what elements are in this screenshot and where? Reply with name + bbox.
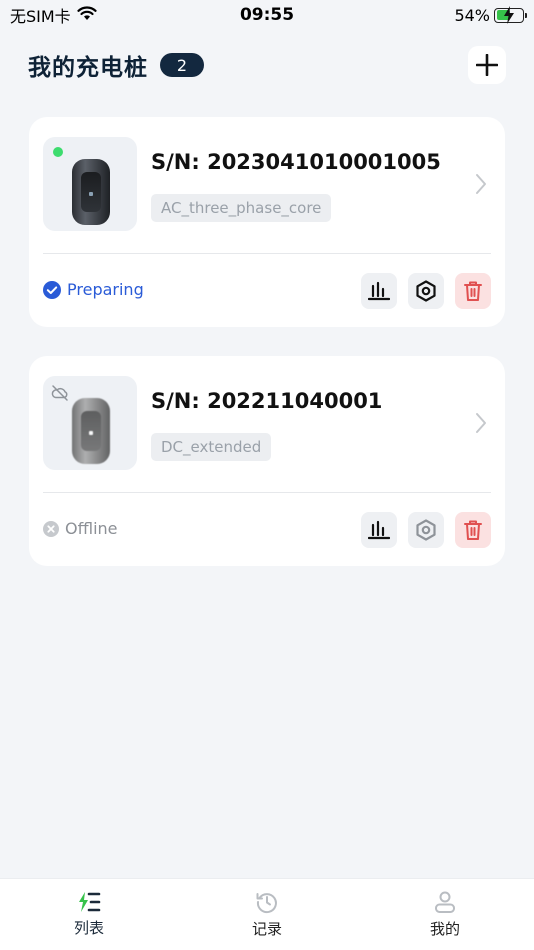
wifi-icon (77, 5, 97, 25)
card-actions (361, 512, 491, 548)
status-bar-left: 无SIM卡 (10, 3, 97, 27)
hexagon-settings-icon (416, 519, 436, 541)
x-circle-icon (43, 520, 59, 537)
user-icon (435, 891, 455, 913)
charger-type-tag: AC_three_phase_core (151, 194, 332, 222)
charger-status-label: Offline (65, 519, 118, 538)
charger-status: Offline (43, 519, 118, 538)
add-charger-button[interactable] (468, 46, 506, 84)
carrier-label: 无SIM卡 (10, 7, 71, 26)
battery-percent: 54% (454, 5, 490, 25)
charger-thumbnail (43, 376, 137, 470)
title-group: 我的充电桩 2 (28, 48, 204, 82)
charger-serial: S/N: 2023041010001005 (151, 150, 441, 174)
tab-list-label: 列表 (73, 919, 104, 937)
bottom-tab-bar: 列表 记录 我的 (0, 878, 534, 950)
trash-icon (464, 281, 482, 301)
status-bar-right: 54% (454, 5, 527, 25)
charger-count-badge: 2 (160, 53, 204, 77)
chevron-right-icon[interactable] (475, 412, 487, 434)
cloud-off-icon (51, 385, 68, 401)
charger-serial: S/N: 202211040001 (151, 389, 383, 413)
card-actions (361, 273, 491, 309)
chevron-right-icon[interactable] (475, 173, 487, 195)
charger-image (72, 398, 110, 464)
charging-bolt-icon (504, 5, 514, 24)
tab-records-label: 记录 (251, 920, 282, 938)
settings-button[interactable] (408, 512, 444, 548)
plus-icon (476, 54, 498, 76)
delete-button[interactable] (455, 273, 491, 309)
page-header: 我的充电桩 2 (28, 44, 506, 86)
history-icon (256, 893, 277, 914)
charger-status-label: Preparing (67, 280, 144, 299)
trash-icon (464, 520, 482, 540)
hexagon-settings-icon (416, 280, 436, 302)
tab-records[interactable]: 记录 (178, 879, 356, 950)
list-bolt-icon (79, 892, 101, 912)
status-bar: 无SIM卡 09:55 54% (0, 0, 534, 30)
delete-button[interactable] (455, 512, 491, 548)
page-title: 我的充电桩 (28, 55, 148, 81)
card-divider (43, 492, 491, 493)
charger-card[interactable]: S/N: 2023041010001005 AC_three_phase_cor… (29, 117, 505, 327)
tab-list[interactable]: 列表 (0, 879, 178, 950)
statistics-button[interactable] (361, 273, 397, 309)
charger-thumbnail (43, 137, 137, 231)
bar-chart-icon (368, 520, 390, 540)
charger-image (72, 159, 110, 225)
card-divider (43, 253, 491, 254)
battery-icon (494, 5, 527, 24)
online-indicator-dot (53, 147, 63, 157)
statistics-button[interactable] (361, 512, 397, 548)
settings-button[interactable] (408, 273, 444, 309)
tab-profile-label: 我的 (429, 920, 460, 938)
check-circle-icon (43, 280, 61, 299)
charger-type-tag: DC_extended (151, 433, 272, 461)
charger-card[interactable]: S/N: 202211040001 DC_extended Offline (29, 356, 505, 566)
charger-status: Preparing (43, 280, 144, 299)
tab-profile[interactable]: 我的 (356, 879, 534, 950)
bar-chart-icon (368, 281, 390, 301)
